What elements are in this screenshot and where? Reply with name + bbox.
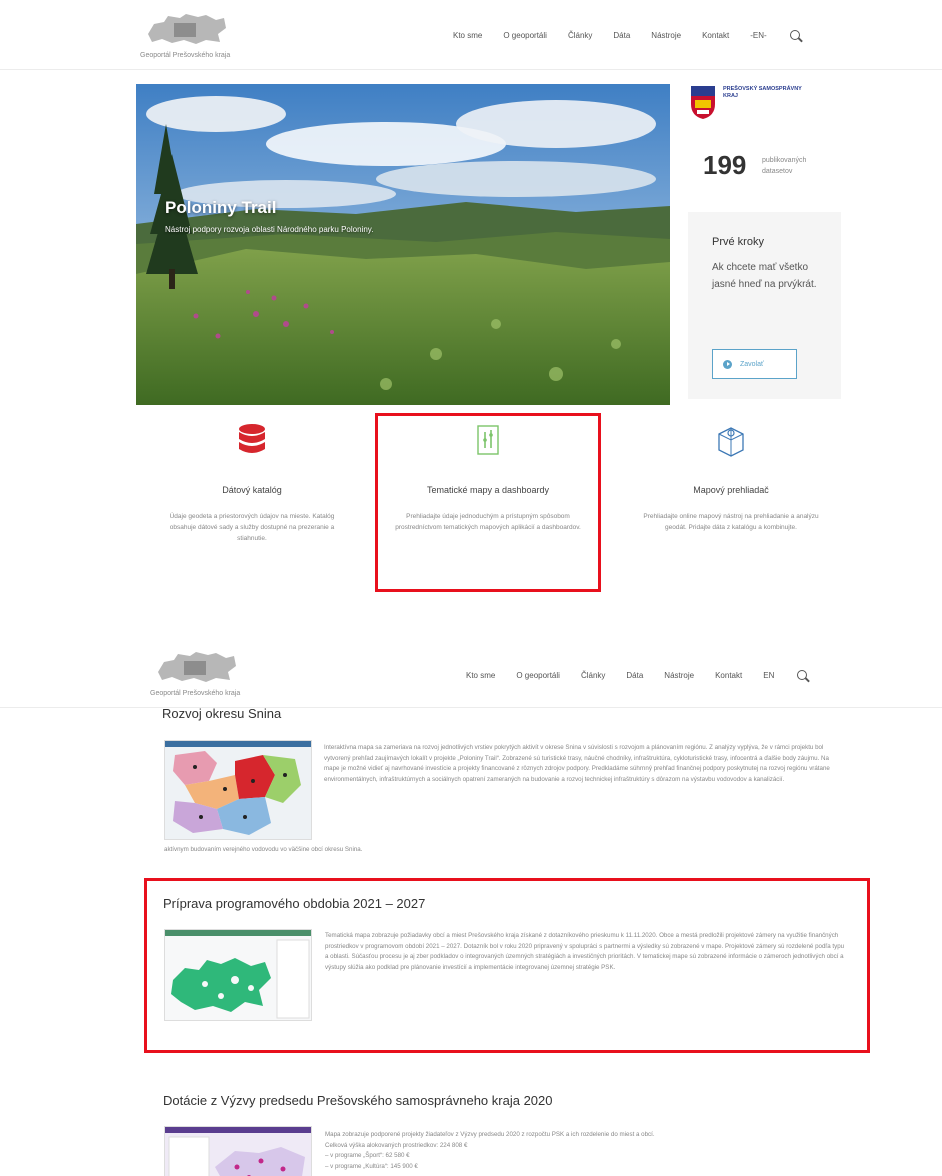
nav-item-nastroje[interactable]: Nástroje [664, 671, 694, 680]
feature-title: Mapový prehliadač [693, 485, 769, 495]
main-nav: Kto sme O geoportáli Články Dáta Nástroj… [453, 30, 800, 40]
feature-description: Prehliadajte údaje jednoduchým a prístup… [395, 513, 581, 531]
article-summary-continued: aktívnym budovaním verejného vodovodu vo… [164, 846, 363, 853]
site-header: Geoportál Prešovského kraja Kto sme O ge… [0, 638, 942, 708]
first-steps-box: Prvé kroky Ak chcete mať všetko jasné hn… [688, 212, 841, 399]
nav-item-kto-sme[interactable]: Kto sme [466, 671, 495, 680]
nav-item-language[interactable]: EN [763, 671, 774, 680]
article-summary: Interaktívna mapa sa zameriava na rozvoj… [324, 744, 830, 783]
feature-title: Dátový katalóg [222, 485, 282, 495]
article-list-line: Celková výška alokovaných prostriedkov: … [325, 1141, 468, 1149]
datasets-count: 199 [703, 150, 747, 180]
site-header: Geoportál Prešovského kraja Kto sme O ge… [0, 0, 942, 70]
nav-item-language[interactable]: -EN- [750, 31, 766, 40]
article-thumbnail[interactable] [164, 929, 312, 1021]
hero-banner[interactable]: Poloniny Trail Nástroj podpory rozvoja o… [136, 84, 670, 405]
article-title[interactable]: Dotácie z Výzvy predsedu Prešovského sam… [163, 1093, 553, 1108]
nav-item-data[interactable]: Dáta [613, 31, 630, 40]
article-title[interactable]: Rozvoj okresu Snina [162, 706, 281, 721]
article-thumbnail[interactable] [164, 1126, 312, 1176]
nav-item-clanky[interactable]: Články [568, 31, 592, 40]
map-viewer-icon [718, 427, 744, 457]
article-list-line: – v programe „Kultúra“: 145 900 € [325, 1162, 418, 1170]
first-steps-button-label: Zavolať [740, 360, 764, 368]
nav-item-kontakt[interactable]: Kontakt [715, 671, 742, 680]
landscape-photo [136, 84, 670, 405]
datasets-count-label: publikovaných datasetov [762, 157, 807, 175]
snina-map-thumbnail [165, 741, 311, 839]
database-icon [239, 424, 265, 453]
nav-item-o-geoportali[interactable]: O geoportáli [516, 671, 560, 680]
feature-thematic-maps[interactable]: Tematické mapy a dashboardy Prehliadajte… [383, 420, 593, 533]
region-map-logo-icon [158, 652, 236, 682]
program-map-thumbnail [165, 930, 311, 1020]
grants-map-thumbnail [165, 1127, 311, 1176]
geoportal-logo[interactable]: Geoportál Prešovského kraja [150, 646, 280, 702]
feature-description: Údaje geodeta a priestorových údajov na … [169, 513, 335, 542]
feature-description: Prehliadajte online mapový nástroj na pr… [643, 513, 819, 531]
search-icon[interactable] [789, 30, 800, 40]
article-thumbnail[interactable] [164, 740, 312, 840]
first-steps-button[interactable]: Zavolať [712, 349, 797, 379]
region-crest-icon [691, 86, 715, 119]
dashboard-icon [477, 425, 499, 455]
feature-map-viewer[interactable]: Mapový prehliadač Prehliadajte online ma… [626, 420, 836, 533]
nav-item-kontakt[interactable]: Kontakt [702, 31, 729, 40]
article-list-line: – v programe „Šport“: 62 580 € [325, 1152, 410, 1159]
article-summary: Tematická mapa zobrazuje požiadavky obcí… [325, 932, 845, 971]
hero-title: Poloniny Trail [165, 198, 277, 217]
region-name: PREŠOVSKÝ SAMOSPRÁVNY KRAJ [723, 86, 802, 99]
article-summary: Mapa zobrazuje podporené projekty žiadat… [325, 1130, 845, 1172]
nav-item-nastroje[interactable]: Nástroje [651, 31, 681, 40]
feature-data-catalog[interactable]: Dátový katalóg Údaje geodeta a priestoro… [147, 420, 357, 544]
logo-caption: Geoportál Prešovského kraja [140, 52, 231, 59]
hero-subtitle: Nástroj podpory rozvoja oblasti Národnéh… [165, 225, 374, 234]
nav-item-data[interactable]: Dáta [626, 671, 643, 680]
search-icon[interactable] [797, 670, 808, 680]
play-icon [723, 359, 732, 369]
article-summary-text: Mapa zobrazuje podporené projekty žiadat… [325, 1131, 655, 1138]
main-nav: Kto sme O geoportáli Články Dáta Nástroj… [466, 670, 808, 680]
first-steps-title: Prvé kroky [712, 236, 764, 248]
region-map-logo-icon [148, 14, 226, 44]
nav-item-kto-sme[interactable]: Kto sme [453, 31, 482, 40]
nav-item-clanky[interactable]: Články [581, 671, 605, 680]
feature-title: Tematické mapy a dashboardy [426, 485, 550, 495]
first-steps-text: Ak chcete mať všetko jasné hneď na prvýk… [712, 262, 817, 290]
geoportal-logo[interactable]: Geoportál Prešovského kraja [140, 8, 270, 64]
article-title[interactable]: Príprava programového obdobia 2021 – 202… [163, 896, 425, 911]
nav-item-o-geoportali[interactable]: O geoportáli [503, 31, 547, 40]
datasets-counter: 199 publikovaných datasetov [703, 150, 853, 190]
region-logo[interactable]: PREŠOVSKÝ SAMOSPRÁVNY KRAJ [689, 84, 829, 124]
logo-caption: Geoportál Prešovského kraja [150, 690, 241, 697]
